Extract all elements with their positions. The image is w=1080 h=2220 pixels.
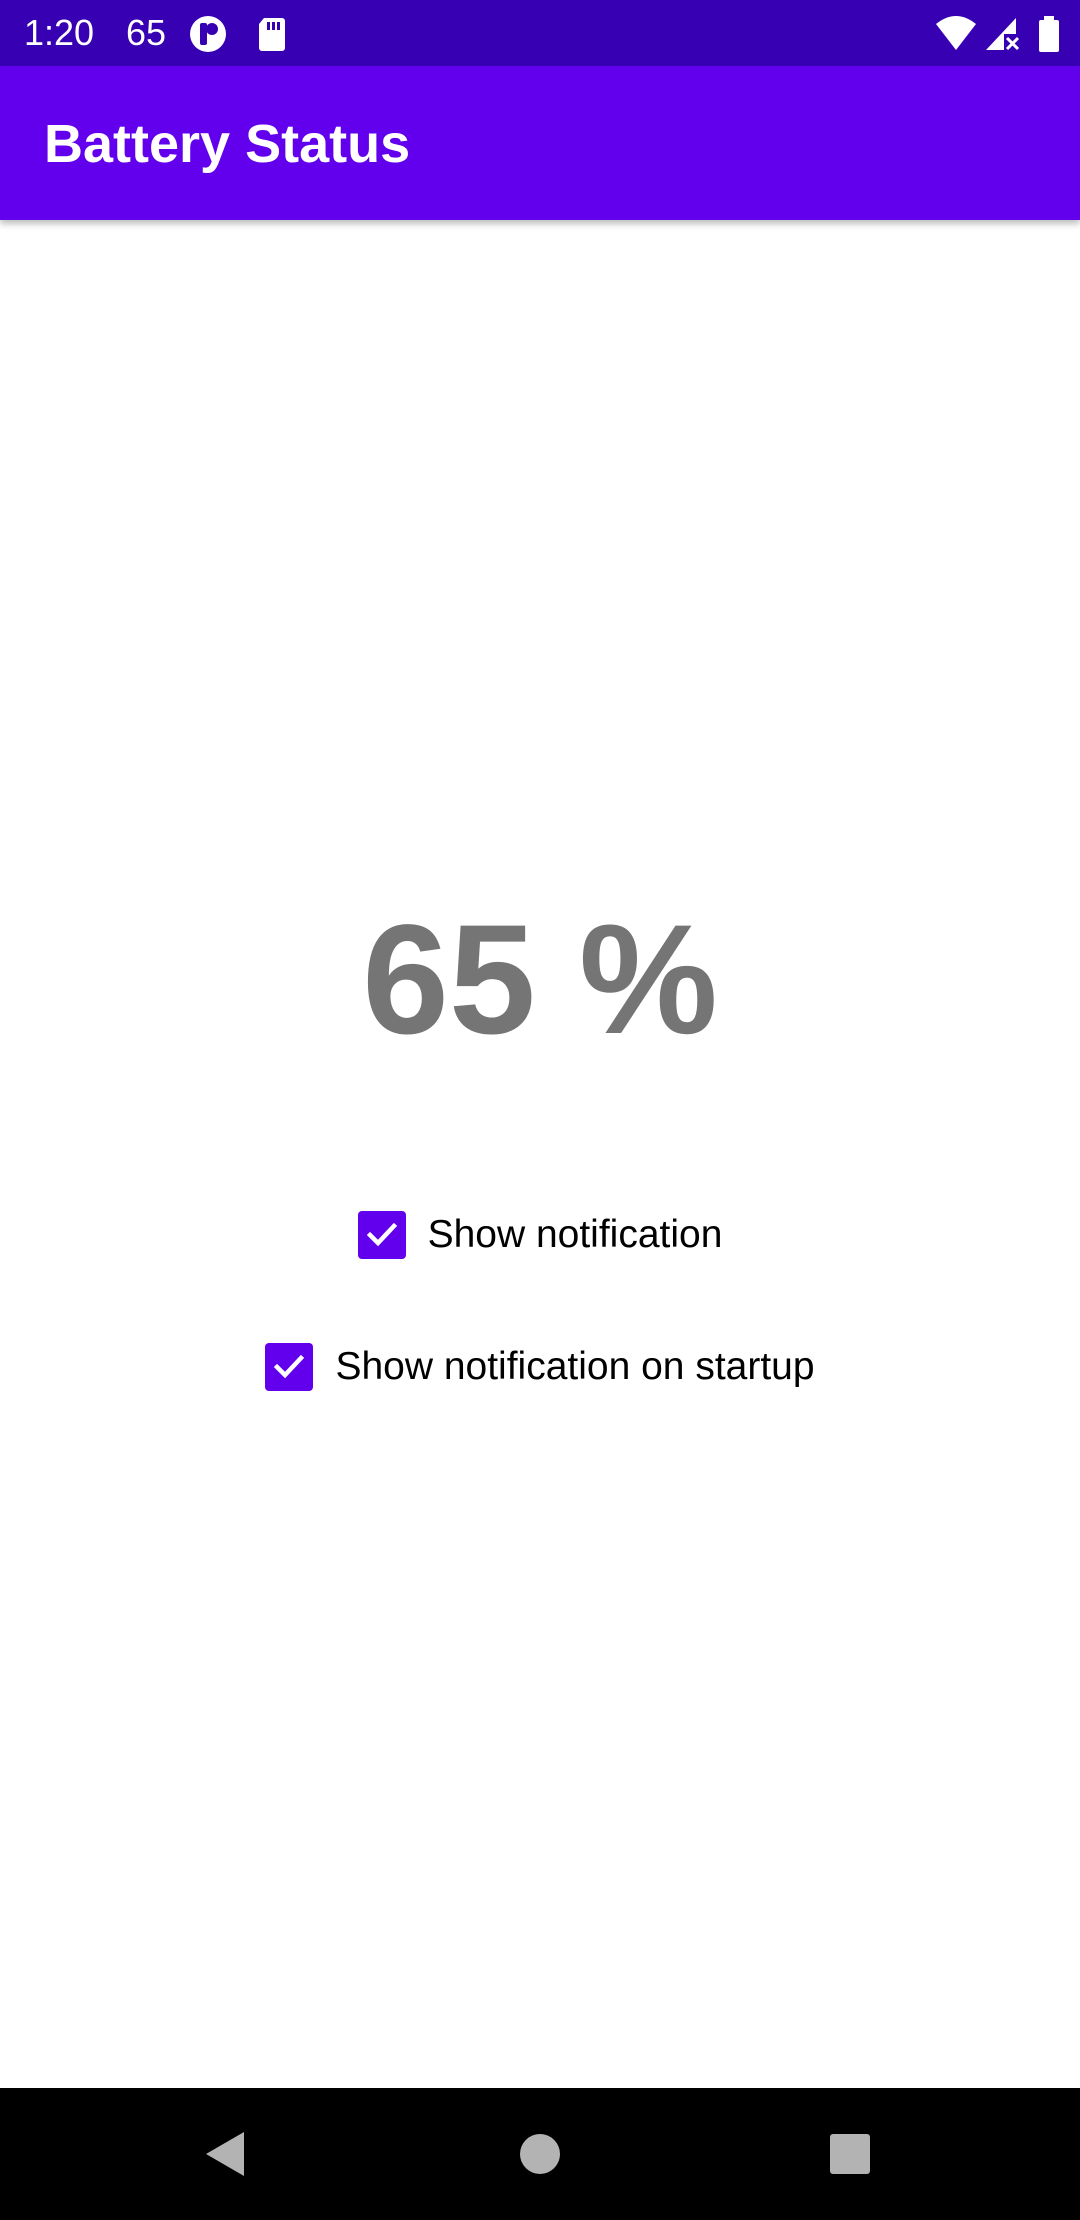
show-notification-on-startup-checkbox[interactable]: Show notification on startup [0,1337,1080,1397]
navigation-bar [0,2088,1080,2220]
battery-percent: 65 % [362,893,718,1067]
checkbox-label: Show notification on startup [335,1345,815,1388]
status-battery-number: 65 [126,12,167,53]
app-notification-icon [188,14,228,54]
wifi-icon [934,14,978,54]
cellular-signal-icon [982,14,1022,54]
checkbox-checked-icon[interactable] [357,1211,406,1259]
app-title: Battery Status [44,114,411,174]
status-bar: 1:20 65 [0,0,1080,66]
app-bar: Battery Status [0,66,1080,220]
back-icon[interactable] [196,2124,256,2184]
home-icon[interactable] [510,2124,570,2184]
recents-icon[interactable] [820,2124,880,2184]
status-time: 1:20 [24,12,95,53]
battery-icon [1036,14,1062,54]
checkbox-label: Show notification [427,1213,723,1256]
show-notification-checkbox[interactable]: Show notification [0,1205,1080,1265]
checkbox-checked-icon[interactable] [265,1343,314,1391]
sd-card-icon [252,14,292,54]
